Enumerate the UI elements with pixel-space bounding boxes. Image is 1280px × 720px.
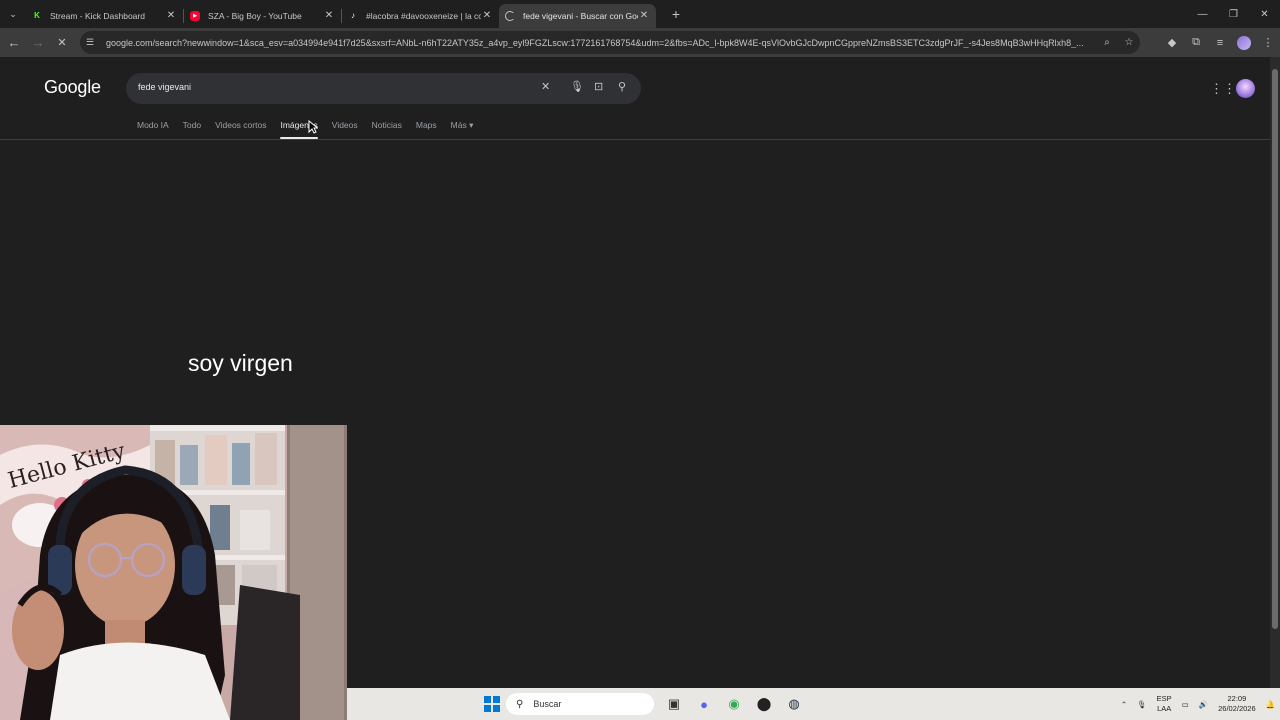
notification-icon[interactable]: 🔔 <box>1266 700 1275 709</box>
tray-overflow-icon[interactable]: ⌃ <box>1121 700 1127 709</box>
discord-icon[interactable]: ● <box>689 692 719 716</box>
voice-search-icon[interactable]: 🎙 <box>570 80 584 93</box>
scrollbar-thumb[interactable] <box>1272 69 1278 629</box>
tab-title: Stream - Kick Dashboard <box>50 10 145 21</box>
webcam-feed-image: Hello Kitty <box>0 425 347 720</box>
microphone-icon[interactable]: 🎙 <box>1137 700 1147 709</box>
filter-all[interactable]: Todo <box>183 120 201 139</box>
clock[interactable]: 22:09 26/02/2026 <box>1218 694 1256 714</box>
clock-time: 22:09 <box>1227 694 1247 703</box>
webcam-overlay: Hello Kitty <box>0 425 347 720</box>
forward-icon[interactable]: → <box>26 31 50 55</box>
back-icon[interactable]: ← <box>2 31 26 55</box>
tab-youtube[interactable]: ▶ SZA - Big Boy - YouTube ✕ <box>184 4 341 28</box>
tab-google-search[interactable]: fede vigevani - Buscar con Goo ✕ <box>499 3 656 28</box>
bookmark-star-icon[interactable]: ☆ <box>1118 37 1140 48</box>
taskbar-apps: ▣ ● ◉ ⬤ ◍ <box>659 692 809 716</box>
site-info-icon[interactable]: ☰ <box>86 37 100 48</box>
tiktok-icon: ♪ <box>351 11 355 20</box>
record-app-icon[interactable]: ⬤ <box>749 692 779 716</box>
new-tab-button[interactable]: + <box>664 2 688 26</box>
zoom-icon[interactable]: ⌕ <box>1096 37 1118 48</box>
tab-tiktok[interactable]: ♪ #lacobra #davooxeneize | la co ✕ <box>342 4 499 28</box>
google-account-avatar[interactable] <box>1236 79 1255 98</box>
loading-icon <box>505 10 515 21</box>
language-indicator[interactable]: ESP LAA <box>1157 694 1172 714</box>
stop-loading-icon[interactable]: ✕ <box>50 31 74 55</box>
filter-short-videos[interactable]: Videos cortos <box>215 120 266 139</box>
windows-start-icon[interactable] <box>484 696 500 712</box>
close-tab-icon[interactable]: ✕ <box>481 10 493 21</box>
search-icon: ⚲ <box>516 698 524 710</box>
taskbar-search-placeholder: Buscar <box>533 699 562 709</box>
windows-taskbar: ⚲ Buscar ▣ ● ◉ ⬤ ◍ ⌃ 🎙 ESP LAA ▭ 🔊 22:09… <box>347 688 1280 720</box>
filter-ai-mode[interactable]: Modo IA <box>137 120 169 139</box>
clock-date: 26/02/2026 <box>1218 704 1256 713</box>
close-tab-icon[interactable]: ✕ <box>638 10 650 21</box>
volume-icon[interactable]: 🔊 <box>1199 700 1208 709</box>
screen: ⌄ K Stream - Kick Dashboard ✕ ▶ SZA - Bi… <box>0 0 1280 720</box>
clear-icon[interactable]: ✕ <box>541 80 550 93</box>
kick-icon: K <box>32 10 42 21</box>
chrome-icon[interactable]: ◉ <box>719 692 749 716</box>
toolbar-actions: ◆ ⧉ ≡ ⋮ <box>1160 28 1280 57</box>
task-view-icon[interactable]: ▣ <box>659 692 689 716</box>
search-input[interactable]: fede vigevani ✕ 🎙 ⊡ ⚲ <box>126 73 641 104</box>
lang-bottom: LAA <box>1157 704 1172 713</box>
tab-kick-dashboard[interactable]: K Stream - Kick Dashboard ✕ <box>26 4 183 28</box>
restore-icon[interactable]: ❐ <box>1218 0 1249 28</box>
page-scrollbar[interactable] <box>1270 57 1280 688</box>
google-logo[interactable]: Google <box>44 77 101 98</box>
divider <box>0 139 1270 140</box>
tab-search-icon[interactable]: ⌄ <box>0 0 26 28</box>
search-icon[interactable]: ⚲ <box>618 80 626 93</box>
steam-icon[interactable]: ◍ <box>779 692 809 716</box>
browser-toolbar: ← → ✕ ☰ google.com/search?newwindow=1&sc… <box>0 28 1280 57</box>
address-bar[interactable]: ☰ google.com/search?newwindow=1&sca_esv=… <box>80 31 1140 54</box>
filter-videos[interactable]: Videos <box>332 120 358 139</box>
network-icon[interactable]: ▭ <box>1182 700 1189 709</box>
minimize-icon[interactable]: — <box>1187 0 1218 28</box>
close-window-icon[interactable]: ✕ <box>1249 0 1280 28</box>
close-tab-icon[interactable]: ✕ <box>165 10 177 21</box>
tab-title: fede vigevani - Buscar con Goo <box>523 10 638 21</box>
media-control-icon[interactable]: ≡ <box>1208 31 1232 55</box>
youtube-icon: ▶ <box>190 10 200 21</box>
filter-more-label: Más <box>450 120 467 130</box>
window-controls: — ❐ ✕ <box>1187 0 1280 28</box>
lang-top: ESP <box>1156 694 1172 703</box>
stream-caption: soy virgen <box>188 350 293 376</box>
menu-kebab-icon[interactable]: ⋮ <box>1256 31 1280 55</box>
tab-title: #lacobra #davooxeneize | la co <box>366 10 481 21</box>
extensions-puzzle-icon[interactable]: ⧉ <box>1184 31 1208 55</box>
search-query: fede vigevani <box>138 82 192 92</box>
url-text: google.com/search?newwindow=1&sca_esv=a0… <box>106 37 1084 48</box>
lens-icon[interactable]: ⊡ <box>594 80 603 93</box>
system-tray: ⌃ 🎙 ESP LAA ▭ 🔊 22:09 26/02/2026 🔔 <box>1116 688 1280 720</box>
mouse-cursor-icon <box>308 120 318 134</box>
filter-news[interactable]: Noticias <box>372 120 402 139</box>
filter-more[interactable]: Más ▾ <box>451 120 474 139</box>
profile-avatar[interactable] <box>1237 35 1251 50</box>
close-tab-icon[interactable]: ✕ <box>323 10 335 21</box>
tab-strip: ⌄ K Stream - Kick Dashboard ✕ ▶ SZA - Bi… <box>0 0 1280 28</box>
tab-title: SZA - Big Boy - YouTube <box>208 10 302 21</box>
filter-maps[interactable]: Maps <box>416 120 437 139</box>
extension-diamond-icon[interactable]: ◆ <box>1160 31 1184 55</box>
taskbar-search-input[interactable]: ⚲ Buscar <box>506 693 654 715</box>
